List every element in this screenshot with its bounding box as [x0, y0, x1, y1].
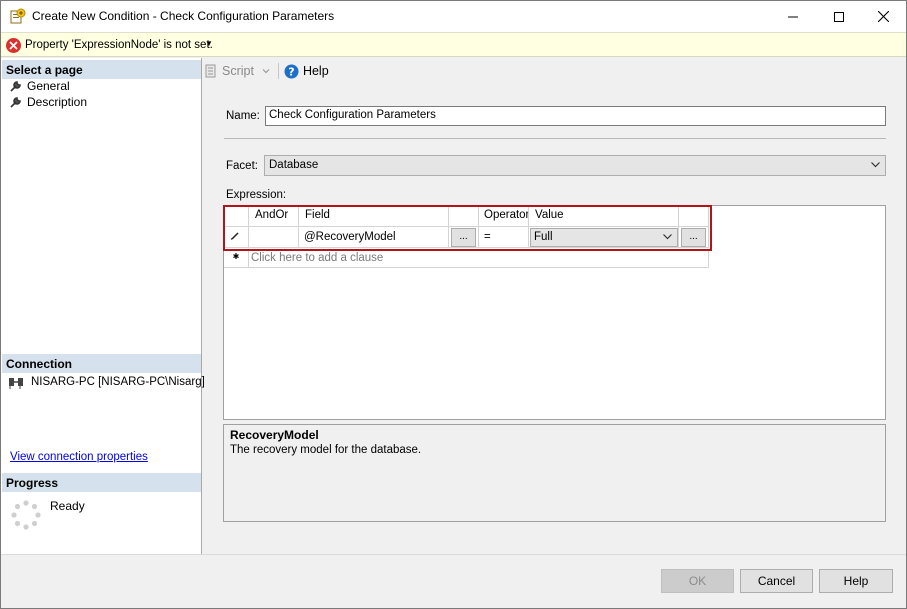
page-item-label: General — [27, 79, 70, 93]
error-message: Property 'ExpressionNode' is not set. — [25, 39, 213, 51]
toolbar: Script ? Help — [204, 61, 329, 81]
progress-header: Progress — [2, 473, 201, 492]
error-notification-bar[interactable]: Property 'ExpressionNode' is not set. ▼ — [1, 32, 906, 57]
help-icon: ? — [284, 64, 299, 78]
left-navigation-pane: Select a page General Description Connec… — [1, 58, 205, 554]
description-title: RecoveryModel — [230, 428, 319, 442]
script-label: Script — [222, 64, 254, 78]
facet-label: Facet: — [226, 160, 258, 172]
progress-status: Ready — [50, 499, 85, 513]
ok-button[interactable]: OK — [661, 569, 734, 593]
help-label: Help — [302, 64, 329, 78]
help-button[interactable]: Help — [819, 569, 893, 593]
dialog-window: Create New Condition - Check Configurati… — [0, 0, 907, 609]
chevron-down-icon — [262, 69, 270, 74]
new-row-indicator: ✱ — [224, 249, 249, 268]
maximize-button[interactable] — [816, 1, 862, 32]
page-item-general[interactable]: General — [9, 78, 70, 94]
minimize-icon — [788, 16, 798, 17]
facet-select[interactable]: Database — [264, 155, 886, 176]
window-title: Create New Condition - Check Configurati… — [32, 9, 335, 23]
policy-app-icon — [10, 8, 26, 24]
script-icon — [205, 64, 216, 78]
name-input[interactable]: Check Configuration Parameters — [265, 106, 886, 126]
minimize-button[interactable] — [770, 1, 816, 32]
divider — [224, 138, 886, 139]
expression-grid: AndOr Field Operator Value @RecoveryMode… — [223, 205, 886, 420]
page-item-label: Description — [27, 95, 88, 109]
chevron-down-icon — [871, 162, 880, 168]
footer-divider — [1, 554, 906, 555]
description-text: The recovery model for the database. — [230, 444, 422, 456]
name-label: Name: — [226, 110, 260, 122]
maximize-icon — [834, 11, 844, 22]
error-dropdown-icon[interactable]: ▼ — [205, 39, 213, 48]
general-page-form: Name: Check Configuration Parameters Fac… — [204, 85, 904, 554]
view-connection-properties-link[interactable]: View connection properties — [10, 451, 148, 463]
add-clause-row[interactable]: Click here to add a clause — [249, 249, 709, 268]
cancel-button[interactable]: Cancel — [740, 569, 813, 593]
toolbar-separator — [277, 63, 279, 79]
facet-value: Database — [269, 159, 319, 171]
close-icon — [877, 11, 889, 22]
highlight-box — [223, 205, 712, 251]
description-panel: RecoveryModel The recovery model for the… — [223, 424, 886, 522]
wrench-icon — [10, 96, 21, 108]
script-button[interactable]: Script — [204, 64, 270, 78]
help-toolbar-button[interactable]: ? Help — [284, 64, 329, 79]
expression-label: Expression: — [226, 189, 287, 201]
close-button[interactable] — [860, 1, 906, 32]
svg-text:?: ? — [288, 65, 294, 78]
select-page-header: Select a page — [2, 60, 201, 79]
error-icon — [6, 38, 21, 53]
connection-item: NISARG-PC [NISARG-PC\Nisarg] — [8, 375, 205, 389]
connection-header: Connection — [2, 354, 201, 373]
title-bar: Create New Condition - Check Configurati… — [1, 1, 906, 32]
wrench-icon — [10, 80, 21, 92]
connection-label: NISARG-PC [NISARG-PC\Nisarg] — [31, 376, 205, 388]
page-item-description[interactable]: Description — [9, 94, 87, 110]
progress-spinner-icon — [11, 500, 41, 530]
server-connection-icon — [9, 378, 23, 389]
